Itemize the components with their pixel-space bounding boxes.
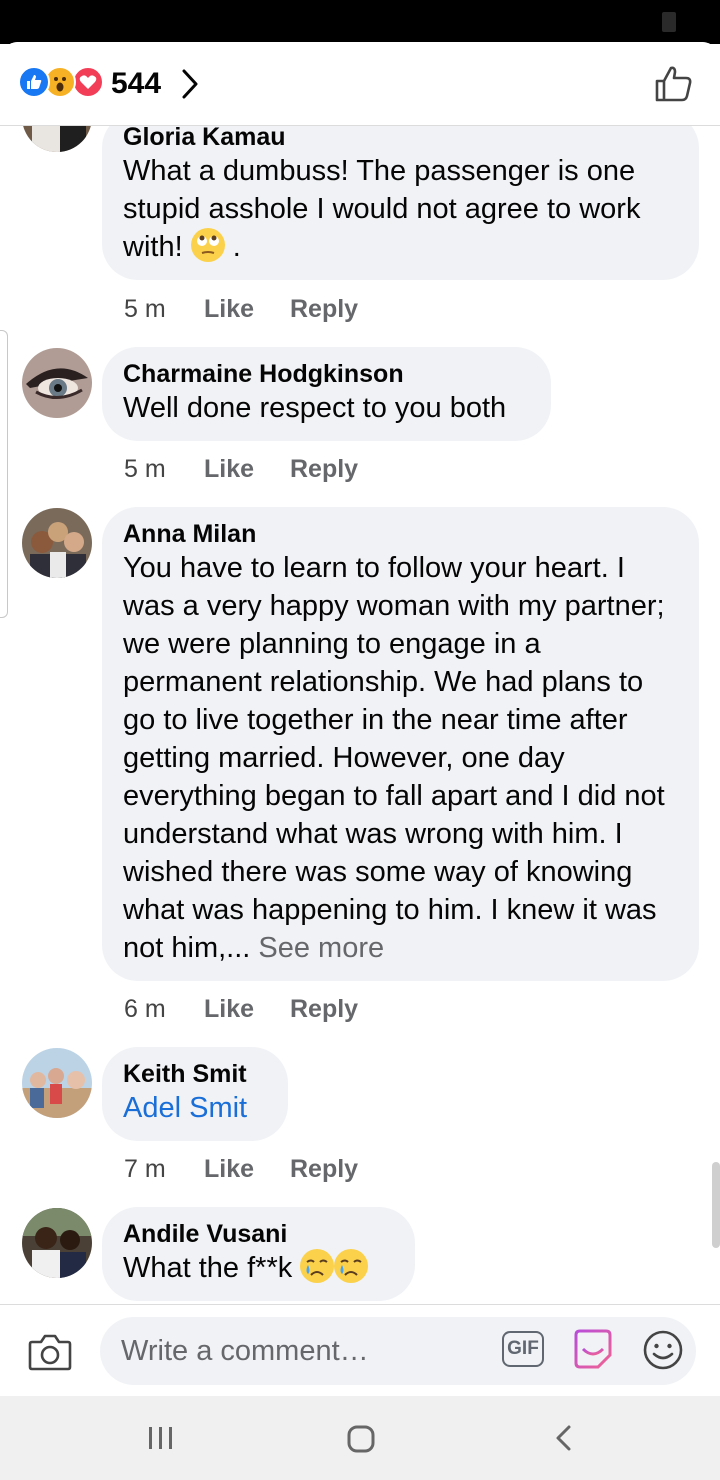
comment-reply-button[interactable]: Reply — [290, 994, 358, 1024]
avatar[interactable] — [22, 1208, 92, 1278]
battery-icon — [662, 12, 676, 32]
comment-actions: 6 m Like Reply — [124, 994, 424, 1024]
comment-author[interactable]: Charmaine Hodgkinson — [123, 359, 531, 389]
back-icon[interactable] — [552, 1424, 574, 1452]
comment-text: What the f**k — [123, 1249, 395, 1287]
reactions-header: 544 — [0, 42, 720, 126]
comment-author[interactable]: Andile Vusani — [123, 1219, 395, 1249]
sticker-icon[interactable] — [570, 1327, 616, 1373]
comment-like-button[interactable]: Like — [204, 1154, 254, 1184]
camera-icon[interactable] — [28, 1333, 72, 1371]
mention-link[interactable]: Adel Smit — [123, 1089, 268, 1127]
comments-sheet: Gloria Kamau What a dumbuss! The passeng… — [0, 42, 720, 1396]
comment-reply-button[interactable]: Reply — [290, 1154, 358, 1184]
comment-reply-button[interactable]: Reply — [290, 294, 358, 324]
comment-text: What a dumbuss! The passenger is one stu… — [123, 155, 641, 263]
comment-bubble[interactable]: Gloria Kamau What a dumbuss! The passeng… — [102, 112, 699, 280]
gif-button[interactable]: GIF — [502, 1331, 544, 1367]
android-nav-bar — [0, 1396, 720, 1480]
comment-time: 7 m — [124, 1155, 166, 1183]
page-edge — [0, 330, 8, 618]
comment-text: Well done respect to you both — [123, 392, 507, 424]
comment-time: 6 m — [124, 995, 166, 1023]
comment-bubble[interactable]: Keith Smit Adel Smit — [102, 1047, 288, 1141]
avatar[interactable] — [22, 348, 92, 418]
comment-bubble[interactable]: Charmaine Hodgkinson Well done respect t… — [102, 347, 551, 441]
comment-author[interactable]: Gloria Kamau — [123, 122, 679, 152]
comment-actions: 7 m Like Reply — [124, 1154, 424, 1184]
reaction-summary[interactable] — [18, 66, 108, 100]
like-outline-icon[interactable] — [654, 64, 694, 104]
crying-face-icon — [300, 1249, 335, 1283]
comment-actions: 5 m Like Reply — [124, 454, 424, 484]
comment-like-button[interactable]: Like — [204, 454, 254, 484]
comment-composer: GIF — [0, 1304, 720, 1396]
comment-actions: 5 m Like Reply — [124, 294, 424, 324]
avatar[interactable] — [22, 1048, 92, 1118]
avatar[interactable] — [22, 508, 92, 578]
comment-time: 5 m — [124, 455, 166, 483]
comment-text: You have to learn to follow your heart. … — [123, 552, 665, 964]
home-icon[interactable] — [346, 1424, 376, 1454]
see-more-link[interactable]: See more — [258, 932, 384, 964]
comment-reply-button[interactable]: Reply — [290, 454, 358, 484]
reaction-count[interactable]: 544 — [111, 66, 161, 102]
status-bar — [0, 0, 720, 44]
crying-face-icon — [334, 1249, 369, 1283]
comment-bubble[interactable]: Anna Milan You have to learn to follow y… — [102, 507, 699, 981]
love-icon — [72, 66, 104, 98]
chevron-right-icon[interactable] — [180, 68, 200, 100]
comment-bubble[interactable]: Andile Vusani What the f**k — [102, 1207, 415, 1301]
recent-apps-icon[interactable] — [146, 1424, 176, 1452]
comment-author[interactable]: Keith Smit — [123, 1059, 268, 1089]
emoji-icon[interactable] — [642, 1329, 684, 1371]
comment-time: 5 m — [124, 295, 166, 323]
comment-author[interactable]: Anna Milan — [123, 519, 679, 549]
comment-like-button[interactable]: Like — [204, 994, 254, 1024]
like-icon — [18, 66, 50, 98]
comment-like-button[interactable]: Like — [204, 294, 254, 324]
scrollbar[interactable] — [712, 1162, 720, 1248]
eye-roll-emoji-icon — [190, 228, 225, 262]
